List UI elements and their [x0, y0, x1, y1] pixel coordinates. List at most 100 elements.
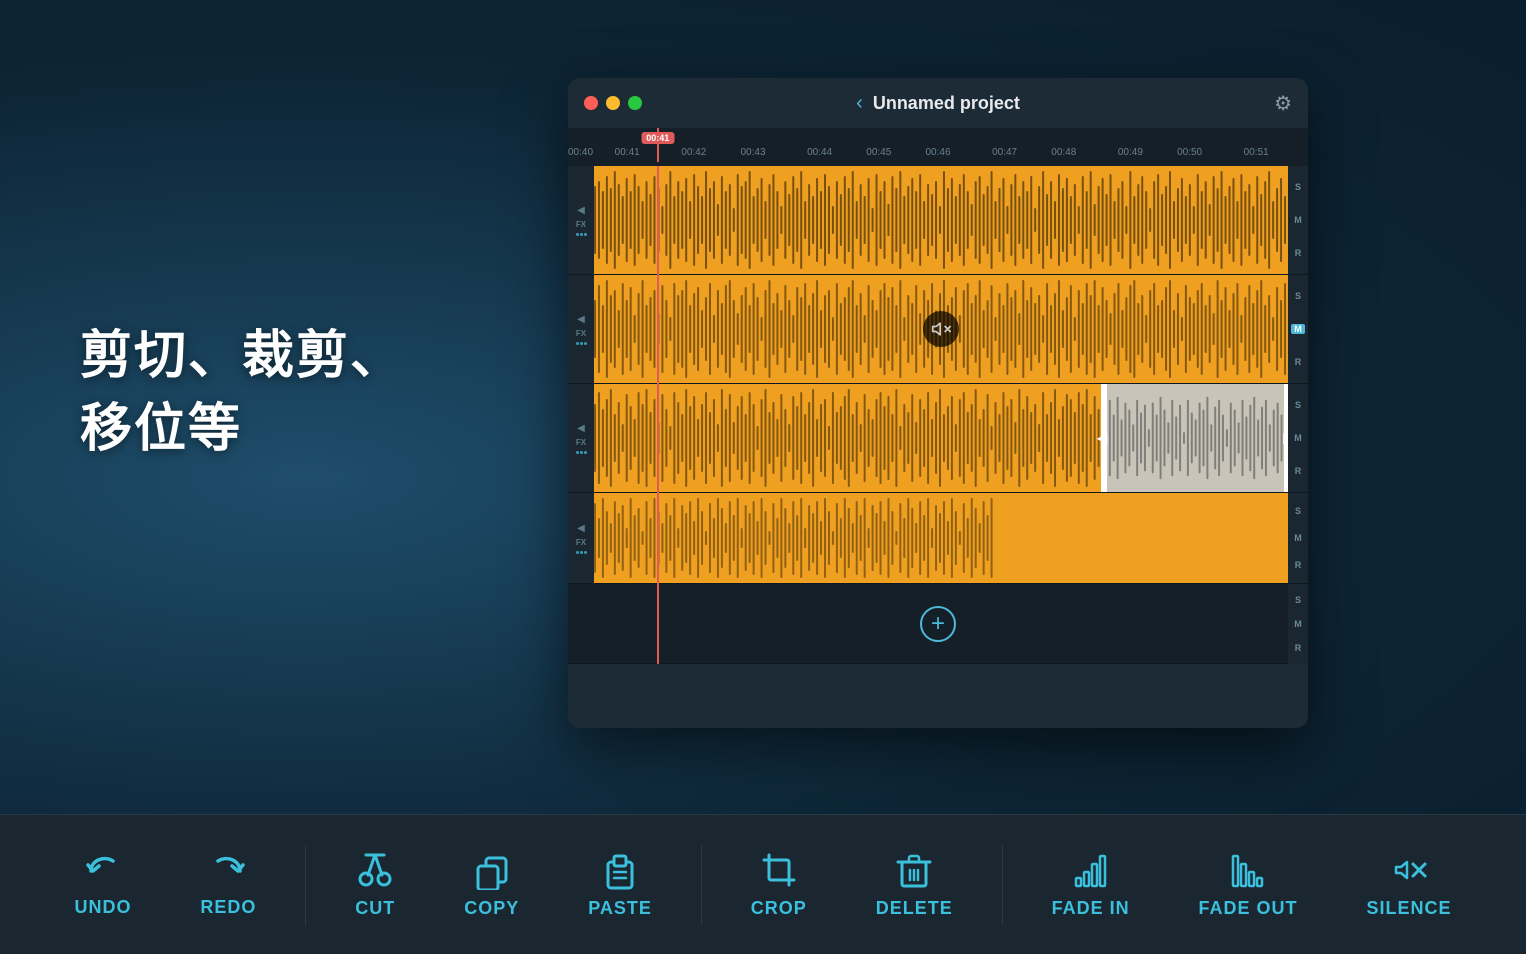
track-2-volume-icon[interactable]: ◀ — [577, 314, 585, 325]
fade-in-label: FADE IN — [1052, 898, 1130, 919]
track-1-solo[interactable]: S — [1295, 182, 1301, 192]
track-3: ◀ FX — [568, 384, 1308, 493]
track-1-mute[interactable]: M — [1294, 215, 1302, 225]
track-3-volume-icon[interactable]: ◀ — [577, 423, 585, 434]
track-2-waveform[interactable] — [594, 275, 1288, 383]
ruler-label-48: 00:48 — [1051, 147, 1076, 158]
fade-out-icon — [1228, 850, 1268, 890]
track-1-waveform-svg — [594, 166, 1288, 274]
selection-left-handle[interactable]: ◀ — [1103, 384, 1107, 492]
selection-right-handle[interactable]: ▶ — [1284, 384, 1288, 492]
ruler-label-51: 00:51 — [1244, 147, 1269, 158]
paste-button[interactable]: PASTE — [568, 840, 672, 929]
crop-button[interactable]: CROP — [731, 840, 827, 929]
delete-label: DELETE — [876, 898, 953, 919]
track-1-volume-icon[interactable]: ◀ — [577, 205, 585, 216]
track-4-fx-label[interactable]: FX — [576, 538, 586, 547]
crop-label: CROP — [751, 898, 807, 919]
track-1-record[interactable]: R — [1295, 248, 1302, 258]
back-button[interactable]: ‹ — [856, 92, 863, 115]
undo-icon — [83, 851, 123, 889]
ruler-label-50: 00:50 — [1177, 147, 1202, 158]
redo-button[interactable]: REDO — [180, 841, 276, 928]
track-2-fx-label[interactable]: FX — [576, 329, 586, 338]
settings-button[interactable]: ⚙ — [1274, 91, 1292, 116]
track-2-mute-btn[interactable]: M — [1291, 324, 1305, 334]
title-bar: ‹ Unnamed project ⚙ — [568, 78, 1308, 128]
track-4-solo[interactable]: S — [1295, 506, 1301, 516]
track-4-waveform[interactable] — [594, 493, 1288, 583]
empty-track-row: S M R + — [568, 584, 1308, 664]
traffic-lights — [584, 96, 642, 110]
timeline-ruler: 00:40 00:41 00:42 00:43 00:44 00:45 00:4… — [568, 128, 1308, 166]
ruler-label-40: 00:40 — [568, 147, 593, 158]
track-1-controls: ◀ FX — [568, 166, 594, 274]
copy-button[interactable]: COPY — [444, 840, 539, 929]
tracks-area: ◀ FX — [568, 166, 1308, 664]
track-1-waveform[interactable] — [594, 166, 1288, 274]
delete-button[interactable]: DELETE — [856, 840, 973, 929]
paste-icon — [600, 850, 640, 890]
fade-out-button[interactable]: FADE OUT — [1179, 840, 1318, 929]
bottom-toolbar: UNDO REDO CUT — [0, 814, 1526, 954]
divider-1 — [305, 845, 306, 925]
track-3-solo[interactable]: S — [1295, 400, 1301, 410]
track-4-waveform-svg — [594, 493, 1288, 583]
ruler-label-44: 00:44 — [807, 147, 832, 158]
track-3-dots — [576, 451, 587, 454]
copy-label: COPY — [464, 898, 519, 919]
divider-3 — [1002, 845, 1003, 925]
ruler-label-43: 00:43 — [740, 147, 765, 158]
left-text-overlay: 剪切、裁剪、 移位等 — [80, 320, 404, 466]
cut-button[interactable]: CUT — [335, 840, 415, 929]
divider-2 — [701, 845, 702, 925]
track-2-controls: ◀ FX — [568, 275, 594, 383]
traffic-light-close[interactable] — [584, 96, 598, 110]
track-3-mute[interactable]: M — [1294, 433, 1302, 443]
track-2-mute-overlay[interactable] — [923, 311, 959, 347]
title-bar-center: ‹ Unnamed project — [856, 92, 1020, 115]
cut-icon — [355, 850, 395, 890]
track-2-dots — [576, 342, 587, 345]
track-2-solo[interactable]: S — [1295, 291, 1301, 301]
track-4: ◀ FX — [568, 493, 1308, 584]
track-4-volume-icon[interactable]: ◀ — [577, 523, 585, 534]
track-4-right-labels: S M R — [1288, 493, 1308, 583]
track-2-record[interactable]: R — [1295, 357, 1302, 367]
track-3-right-labels: S M R — [1288, 384, 1308, 492]
undo-label: UNDO — [74, 897, 131, 918]
ruler-label-46: 00:46 — [925, 147, 950, 158]
track-1-fx-label[interactable]: FX — [576, 220, 586, 229]
crop-icon — [759, 850, 799, 890]
empty-track-labels: S M R — [1288, 584, 1308, 664]
track-3-fx-label[interactable]: FX — [576, 438, 586, 447]
track-1-dots — [576, 233, 587, 236]
ruler-label-47: 00:47 — [992, 147, 1017, 158]
fade-in-icon — [1071, 850, 1111, 890]
silence-label: SILENCE — [1367, 898, 1452, 919]
traffic-light-minimize[interactable] — [606, 96, 620, 110]
track-4-mute[interactable]: M — [1294, 533, 1302, 543]
track-3-waveform[interactable]: ◀ ▶ — [594, 384, 1288, 492]
track-2: ◀ FX — [568, 275, 1308, 384]
track-3-record[interactable]: R — [1295, 466, 1302, 476]
add-track-button[interactable]: + — [920, 606, 956, 642]
undo-button[interactable]: UNDO — [54, 841, 151, 928]
left-text-line1: 剪切、裁剪、 — [80, 320, 404, 393]
ruler-label-45: 00:45 — [866, 147, 891, 158]
track-2-right-labels: S M R — [1288, 275, 1308, 383]
app-window: ‹ Unnamed project ⚙ 00:40 00:41 00:42 00… — [568, 78, 1308, 728]
left-text-line2: 移位等 — [80, 393, 404, 466]
silence-button[interactable]: SILENCE — [1347, 840, 1472, 929]
selection-waveform-svg — [1103, 395, 1288, 481]
mute-icon — [931, 319, 951, 339]
paste-label: PASTE — [588, 898, 652, 919]
track-4-record[interactable]: R — [1295, 560, 1302, 570]
track-3-controls: ◀ FX — [568, 384, 594, 492]
copy-icon — [472, 850, 512, 890]
track-4-controls: ◀ FX — [568, 493, 594, 583]
ruler-label-41: 00:41 — [615, 147, 640, 158]
track-4-dots — [576, 551, 587, 554]
traffic-light-fullscreen[interactable] — [628, 96, 642, 110]
fade-in-button[interactable]: FADE IN — [1032, 840, 1150, 929]
